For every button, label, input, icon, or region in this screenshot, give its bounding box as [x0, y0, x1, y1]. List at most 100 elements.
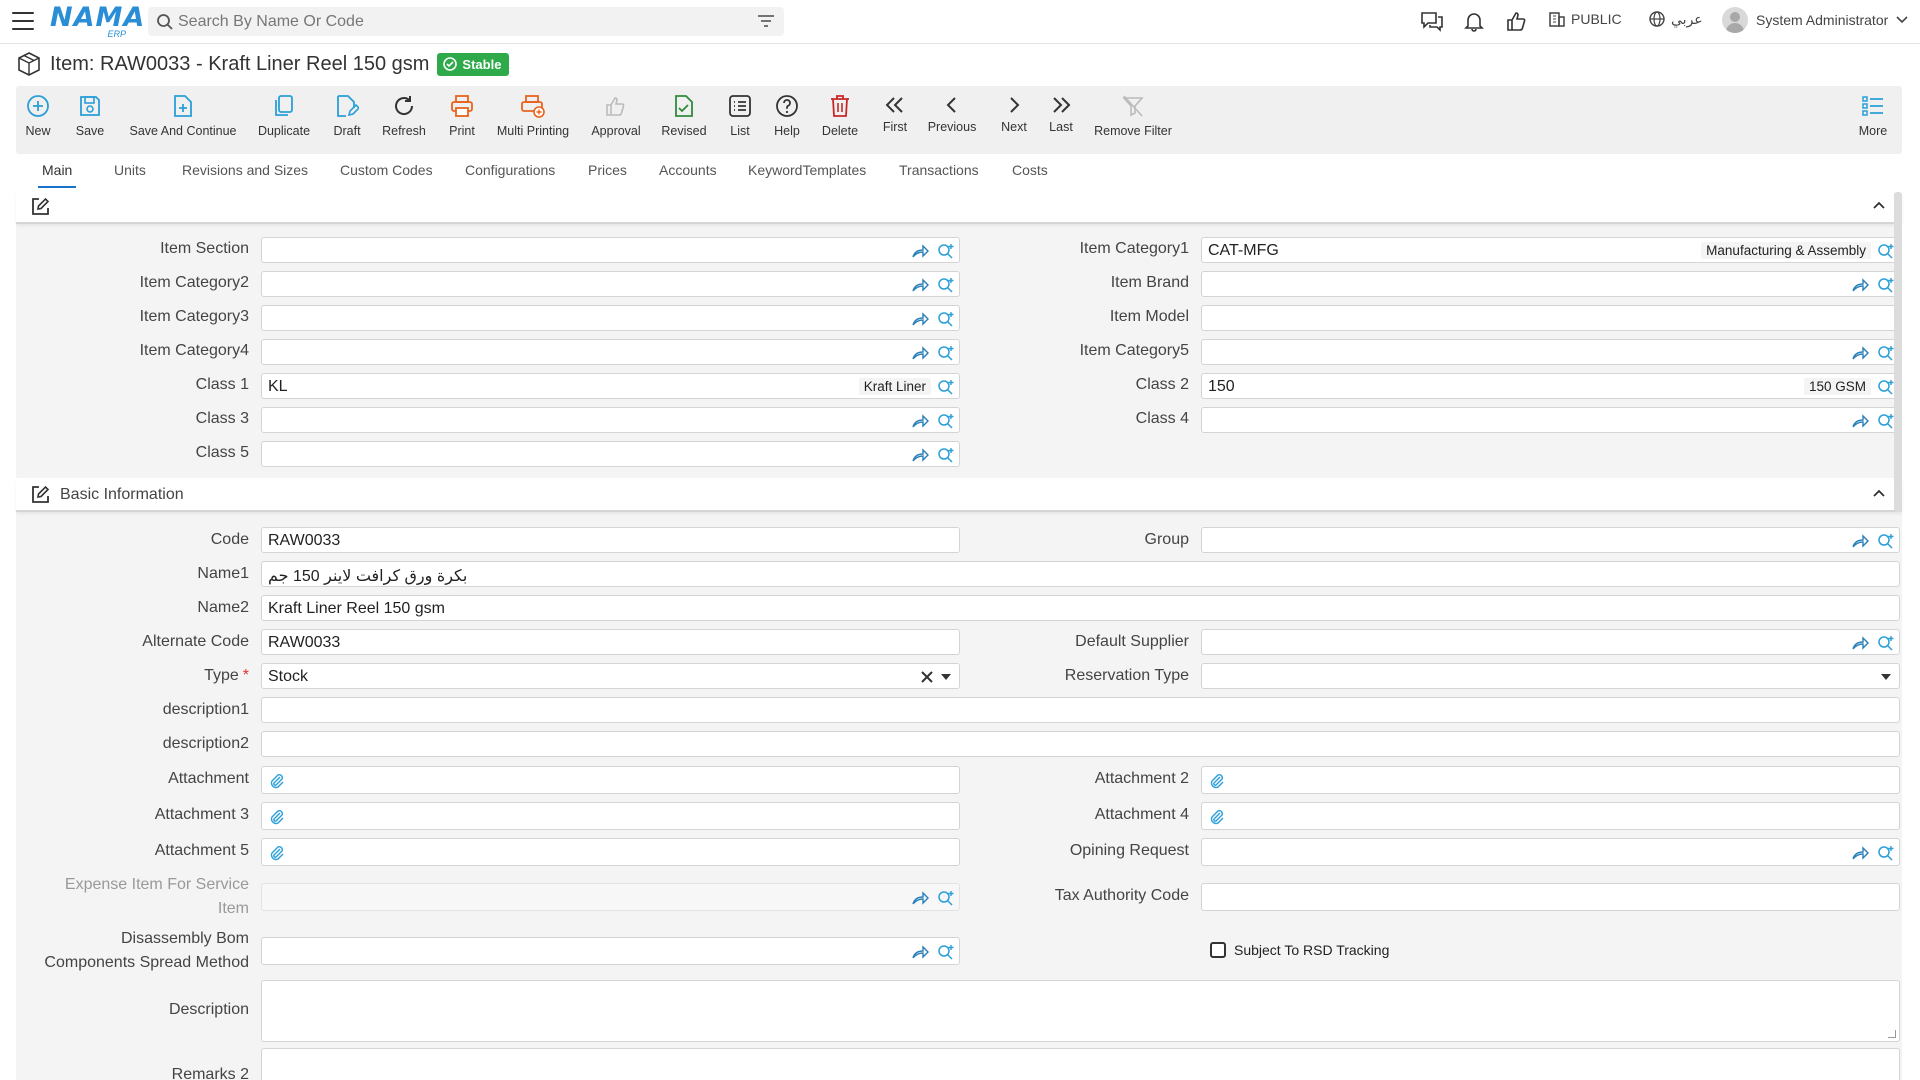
user-menu[interactable]: System Administrator — [1722, 7, 1908, 33]
chat-icon[interactable] — [1420, 10, 1444, 32]
attachment2-field[interactable] — [1201, 766, 1900, 794]
delete-button[interactable]: Delete — [821, 86, 859, 154]
search-lookup-icon[interactable] — [937, 277, 955, 293]
language-switch[interactable]: عربي — [1648, 10, 1703, 28]
caret-down-icon[interactable] — [941, 674, 951, 680]
share-arrow-icon[interactable] — [1851, 345, 1869, 361]
alternate-code-field[interactable]: RAW0033 — [261, 629, 960, 655]
search-input[interactable] — [178, 7, 738, 36]
search-lookup-icon[interactable] — [937, 345, 955, 361]
class4-field[interactable] — [1201, 407, 1900, 433]
search-lookup-icon[interactable] — [937, 413, 955, 429]
multi-printing-button[interactable]: Multi Printing — [496, 86, 570, 154]
attachment3-field[interactable] — [261, 802, 960, 830]
share-arrow-icon[interactable] — [1851, 413, 1869, 429]
name2-field[interactable]: Kraft Liner Reel 150 gsm — [261, 595, 1900, 621]
search-lookup-icon[interactable] — [1877, 345, 1895, 361]
search-lookup-icon[interactable] — [937, 447, 955, 463]
disassembly-bom-field[interactable] — [261, 937, 960, 965]
class3-field[interactable] — [261, 407, 960, 433]
item-category1-field[interactable]: CAT-MFG Manufacturing & Assembly — [1201, 237, 1900, 263]
description2-field[interactable] — [261, 731, 1900, 757]
share-arrow-icon[interactable] — [911, 944, 929, 960]
share-arrow-icon[interactable] — [911, 243, 929, 259]
chevron-up-icon[interactable] — [1872, 488, 1886, 498]
next-button[interactable]: Next — [1000, 86, 1028, 154]
classification-section-header[interactable] — [16, 192, 1902, 224]
basic-information-section-header[interactable]: Basic Information — [16, 480, 1902, 512]
tab-costs[interactable]: Costs — [1012, 162, 1048, 178]
last-button[interactable]: Last — [1048, 86, 1074, 154]
share-arrow-icon[interactable] — [911, 345, 929, 361]
draft-button[interactable]: Draft — [332, 86, 362, 154]
thumbs-up-icon[interactable] — [1505, 10, 1527, 32]
app-logo[interactable]: NAMA ERP — [50, 4, 144, 40]
share-arrow-icon[interactable] — [911, 277, 929, 293]
tab-accounts[interactable]: Accounts — [659, 162, 717, 178]
search-lookup-icon[interactable] — [1877, 413, 1895, 429]
tab-main[interactable]: Main — [37, 162, 77, 188]
reservation-type-select[interactable] — [1201, 663, 1900, 689]
search-lookup-icon[interactable] — [1877, 635, 1895, 651]
tab-keyword-templates[interactable]: KeywordTemplates — [748, 162, 866, 178]
clear-icon[interactable] — [921, 671, 933, 683]
print-button[interactable]: Print — [448, 86, 476, 154]
share-arrow-icon[interactable] — [911, 413, 929, 429]
resize-handle[interactable] — [1888, 1030, 1896, 1038]
class5-field[interactable] — [261, 441, 960, 467]
search-lookup-icon[interactable] — [937, 944, 955, 960]
item-section-field[interactable] — [261, 237, 960, 263]
paperclip-icon[interactable] — [1210, 809, 1224, 825]
rsd-tracking-checkbox[interactable] — [1210, 942, 1226, 958]
code-field[interactable]: RAW0033 — [261, 527, 960, 553]
paperclip-icon[interactable] — [270, 809, 284, 825]
vertical-scrollbar[interactable] — [1894, 192, 1902, 512]
remarks-field-partial[interactable] — [261, 1048, 1900, 1080]
remove-filter-button[interactable]: Remove Filter — [1094, 86, 1172, 154]
share-arrow-icon[interactable] — [911, 890, 929, 906]
search-lookup-icon[interactable] — [1877, 533, 1895, 549]
previous-button[interactable]: Previous — [928, 86, 976, 154]
revised-button[interactable]: Revised — [661, 86, 707, 154]
search-lookup-icon[interactable] — [937, 311, 955, 327]
paperclip-icon[interactable] — [270, 773, 284, 789]
attachment5-field[interactable] — [261, 838, 960, 866]
caret-down-icon[interactable] — [1881, 674, 1891, 680]
item-model-field[interactable] — [1201, 305, 1900, 331]
share-arrow-icon[interactable] — [911, 311, 929, 327]
tab-transactions[interactable]: Transactions — [899, 162, 979, 178]
type-select[interactable]: Stock — [261, 663, 960, 689]
share-arrow-icon[interactable] — [1851, 845, 1869, 861]
share-arrow-icon[interactable] — [911, 447, 929, 463]
expense-item-field[interactable] — [261, 883, 960, 911]
share-arrow-icon[interactable] — [1851, 533, 1869, 549]
item-category4-field[interactable] — [261, 339, 960, 365]
menu-icon[interactable] — [12, 12, 34, 30]
search-lookup-icon[interactable] — [1877, 379, 1895, 395]
paperclip-icon[interactable] — [1210, 773, 1224, 789]
class2-field[interactable]: 150 150 GSM — [1201, 373, 1900, 399]
group-field[interactable] — [1201, 527, 1900, 553]
paperclip-icon[interactable] — [270, 845, 284, 861]
name1-field[interactable]: بكرة ورق كرافت لاينر 150 جم — [261, 561, 1900, 587]
attachment-field[interactable] — [261, 766, 960, 794]
item-category2-field[interactable] — [261, 271, 960, 297]
approval-button[interactable]: Approval — [590, 86, 642, 154]
tab-prices[interactable]: Prices — [588, 162, 627, 178]
first-button[interactable]: First — [882, 86, 908, 154]
company-selector[interactable]: PUBLIC — [1548, 10, 1622, 28]
tab-units[interactable]: Units — [114, 162, 146, 178]
opining-request-field[interactable] — [1201, 838, 1900, 866]
class1-field[interactable]: KL Kraft Liner — [261, 373, 960, 399]
item-category5-field[interactable] — [1201, 339, 1900, 365]
search-lookup-icon[interactable] — [1877, 243, 1895, 259]
search-lookup-icon[interactable] — [1877, 845, 1895, 861]
subject-to-rsd-tracking[interactable]: Subject To RSD Tracking — [1210, 942, 1389, 958]
help-button[interactable]: Help — [773, 86, 801, 154]
refresh-button[interactable]: Refresh — [382, 86, 426, 154]
share-arrow-icon[interactable] — [1851, 277, 1869, 293]
save-and-continue-button[interactable]: Save And Continue — [129, 86, 237, 154]
list-button[interactable]: List — [728, 86, 752, 154]
duplicate-button[interactable]: Duplicate — [258, 86, 310, 154]
bell-icon[interactable] — [1463, 10, 1485, 32]
